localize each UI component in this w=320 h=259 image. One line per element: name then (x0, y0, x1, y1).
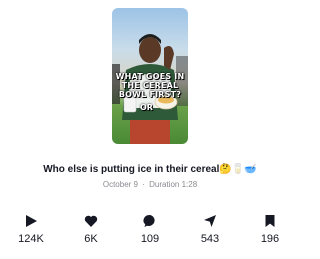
stat-likes[interactable]: 6K (66, 214, 116, 245)
plays-count: 124K (18, 233, 44, 245)
meta-separator: · (142, 180, 145, 189)
play-icon (26, 215, 37, 227)
heart-icon (84, 215, 98, 227)
stat-saves[interactable]: 196 (245, 214, 295, 245)
shares-count: 543 (200, 233, 220, 245)
video-overlay-or: OR (140, 103, 153, 112)
post-date: October 9 (102, 180, 138, 189)
saves-count: 196 (260, 233, 280, 245)
stat-shares[interactable]: 543 (185, 214, 235, 245)
comment-bubble-icon (143, 214, 155, 227)
stat-plays[interactable]: 124K (6, 214, 56, 245)
share-arrow-icon (204, 215, 216, 227)
video-duration: Duration 1:28 (149, 180, 198, 189)
bookmark-icon (265, 215, 275, 227)
comments-count: 109 (140, 233, 160, 245)
video-caption: Who else is putting ice in their cereal🤔… (43, 164, 257, 175)
stats-bar: 124K 6K 109 543 196 (0, 214, 300, 250)
video-overlay-title: WHAT GOES IN THE CEREAL BOWL FIRST? (115, 72, 185, 99)
video-meta: October 9 · Duration 1:28 (0, 180, 300, 189)
stat-comments[interactable]: 109 (125, 214, 175, 245)
likes-count: 6K (84, 233, 98, 245)
video-thumbnail[interactable]: WHAT GOES IN THE CEREAL BOWL FIRST? OR (112, 8, 188, 144)
